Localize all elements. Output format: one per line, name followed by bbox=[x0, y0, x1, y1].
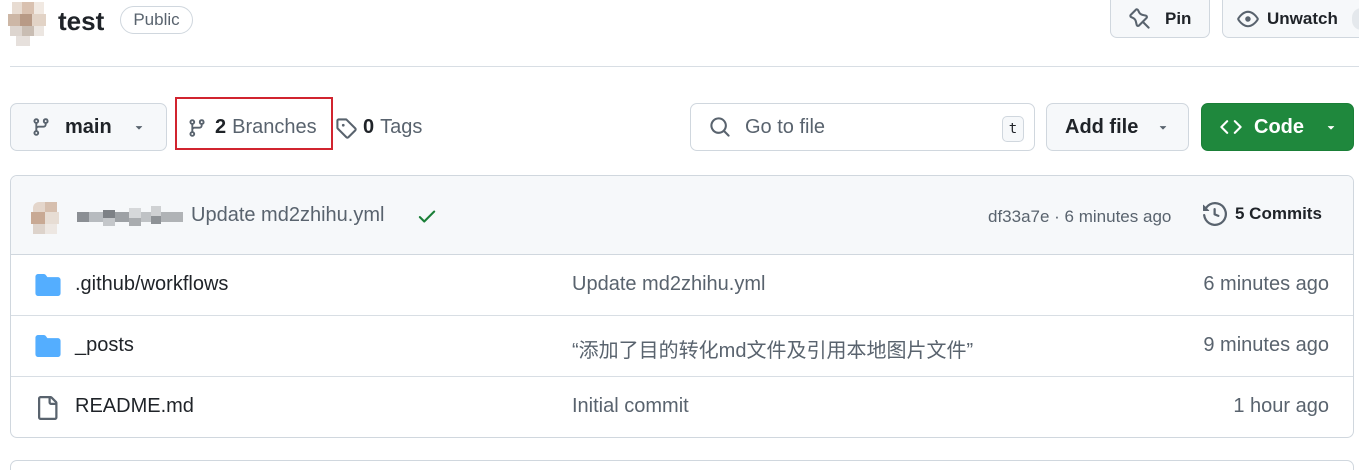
file-commit-message[interactable]: Initial commit bbox=[572, 395, 689, 418]
add-file-button[interactable]: Add file bbox=[1046, 103, 1189, 151]
tags-count: 0 bbox=[363, 116, 375, 138]
committer-avatar[interactable] bbox=[31, 202, 59, 234]
git-branch-icon bbox=[33, 118, 49, 136]
file-commit-time: 9 minutes ago bbox=[1203, 334, 1329, 356]
code-button[interactable]: Code bbox=[1201, 103, 1354, 151]
file-table: Update md2zhihu.yml df33a7e · 6 minutes … bbox=[10, 175, 1354, 438]
header-divider bbox=[10, 66, 1359, 67]
caret-down-icon bbox=[1160, 126, 1167, 130]
eye-icon bbox=[1237, 10, 1259, 27]
file-name[interactable]: .github/workflows bbox=[75, 273, 228, 296]
history-icon bbox=[1203, 202, 1227, 226]
commit-sha-time[interactable]: df33a7e · 6 minutes ago bbox=[988, 207, 1171, 227]
branch-label: main bbox=[65, 115, 112, 138]
code-label: Code bbox=[1254, 115, 1304, 138]
unwatch-label: Unwatch bbox=[1267, 8, 1338, 28]
search-icon bbox=[710, 117, 730, 137]
visibility-badge: Public bbox=[120, 6, 193, 34]
file-row[interactable]: README.md Initial commit 1 hour ago bbox=[11, 377, 1353, 437]
file-row[interactable]: .github/workflows Update md2zhihu.yml 6 … bbox=[11, 255, 1353, 316]
code-icon bbox=[1220, 120, 1242, 134]
tag-icon bbox=[336, 117, 357, 139]
commits-label: 5 Commits bbox=[1235, 204, 1322, 223]
file-commit-time: 1 hour ago bbox=[1233, 395, 1329, 417]
file-commit-message[interactable]: Update md2zhihu.yml bbox=[572, 273, 765, 296]
latest-commit-bar: Update md2zhihu.yml df33a7e · 6 minutes … bbox=[11, 176, 1353, 255]
caret-down-icon bbox=[135, 126, 142, 130]
branches-count: 2 bbox=[215, 116, 227, 138]
latest-commit-message[interactable]: Update md2zhihu.yml bbox=[191, 204, 384, 227]
file-commit-message[interactable]: “添加了目的转化md文件及引用本地图片文件” bbox=[572, 334, 973, 363]
branches-link[interactable]: 2 Branches bbox=[187, 116, 317, 139]
go-to-file-input[interactable]: Go to file t bbox=[690, 103, 1035, 151]
unwatch-button[interactable]: Unwatch bbox=[1222, 0, 1359, 38]
tags-link[interactable]: 0 Tags bbox=[335, 116, 422, 139]
folder-icon bbox=[35, 274, 61, 296]
caret-down-icon bbox=[1327, 126, 1335, 130]
pin-label: Pin bbox=[1165, 8, 1192, 28]
owner-avatar[interactable] bbox=[8, 2, 48, 46]
pin-icon bbox=[1129, 7, 1150, 29]
add-file-label: Add file bbox=[1065, 115, 1139, 138]
shortcut-key: t bbox=[1002, 116, 1024, 142]
committer-name-redacted[interactable] bbox=[77, 206, 183, 228]
file-icon bbox=[38, 396, 58, 420]
branch-select-button[interactable]: main bbox=[10, 103, 167, 151]
git-branch-icon bbox=[189, 118, 205, 137]
folder-icon bbox=[35, 335, 61, 357]
readme-panel-edge bbox=[10, 460, 1354, 470]
file-commit-time: 6 minutes ago bbox=[1203, 273, 1329, 295]
watch-count bbox=[1351, 7, 1359, 30]
branches-label: Branches bbox=[232, 116, 317, 138]
repo-name[interactable]: test bbox=[58, 5, 104, 37]
go-to-file-placeholder: Go to file bbox=[745, 115, 826, 138]
file-row[interactable]: _posts “添加了目的转化md文件及引用本地图片文件” 9 minutes … bbox=[11, 316, 1353, 377]
tags-label: Tags bbox=[380, 116, 423, 138]
file-name[interactable]: README.md bbox=[75, 395, 194, 418]
file-name[interactable]: _posts bbox=[75, 334, 134, 357]
pin-button[interactable]: Pin bbox=[1110, 0, 1210, 38]
check-icon[interactable] bbox=[416, 205, 438, 227]
commits-link[interactable]: 5 Commits bbox=[1203, 202, 1322, 226]
